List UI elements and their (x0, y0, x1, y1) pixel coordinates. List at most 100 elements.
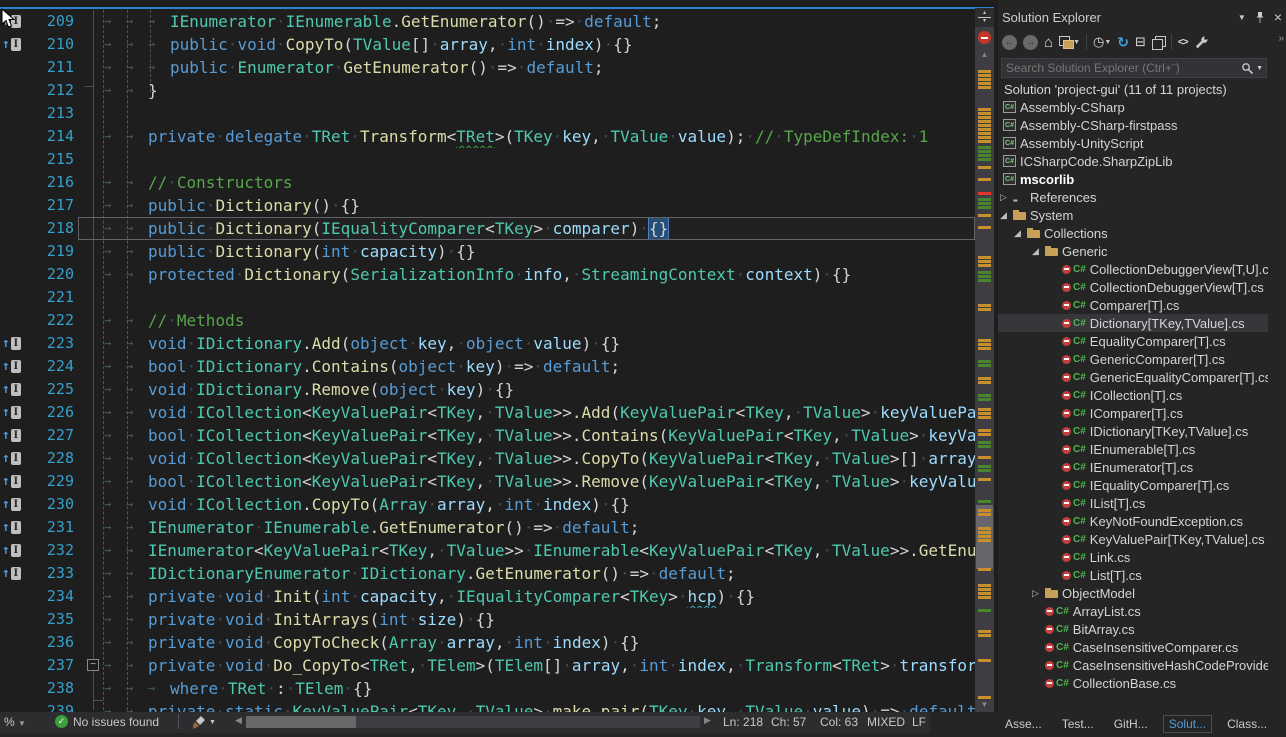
glyph-margin[interactable] (0, 263, 30, 286)
code-text[interactable]: →→IEnumerator·IEnumerable.GetEnumerator(… (78, 516, 975, 539)
search-input[interactable] (1002, 61, 1241, 75)
tree-item-solution[interactable]: Solution 'project-gui' (11 of 11 project… (998, 80, 1268, 98)
override-indicator-icon[interactable]: ↑I (0, 516, 30, 539)
glyph-margin[interactable] (0, 102, 30, 125)
line-number[interactable]: 220 (30, 263, 78, 286)
code-text[interactable]: →→} (78, 79, 975, 102)
code-line[interactable]: 218→→public·Dictionary(IEqualityComparer… (0, 217, 975, 240)
tree-item-project[interactable]: C#Assembly-CSharp-firstpass (998, 116, 1268, 134)
code-text[interactable]: →→private·void·InitArrays(int·size)·{} (78, 608, 975, 631)
tree-item[interactable]: C#IComparer[T].cs (998, 404, 1268, 422)
line-number[interactable]: 229 (30, 470, 78, 493)
panel-tab[interactable]: GitH... (1109, 716, 1153, 732)
code-text[interactable] (78, 148, 975, 171)
line-number[interactable]: 212 (30, 79, 78, 102)
code-editor[interactable]: ↑I209→→→IEnumerator·IEnumerable.GetEnume… (0, 0, 994, 712)
tree-item[interactable]: C#KeyValuePair[TKey,TValue].cs (998, 530, 1268, 548)
line-number[interactable]: 237 (30, 654, 78, 677)
code-text[interactable]: →→private·void·Do_CopyTo<TRet,·TElem>(TE… (78, 654, 975, 677)
override-indicator-icon[interactable]: ↑I (0, 355, 30, 378)
tree-item[interactable]: C#GenericComparer[T].cs (998, 350, 1268, 368)
pending-changes-filter-icon[interactable]: ◷▼ (1093, 34, 1111, 50)
tree-item[interactable]: C#CollectionBase.cs (998, 674, 1268, 692)
code-line[interactable]: ↑I225→→void·IDictionary.Remove(object·ke… (0, 378, 975, 401)
override-indicator-icon[interactable]: ↑I (0, 378, 30, 401)
code-text[interactable]: →→bool·ICollection<KeyValuePair<TKey,·TV… (78, 470, 975, 493)
line-number[interactable]: 238 (30, 677, 78, 700)
line-indicator[interactable]: Ln: 218 (723, 715, 763, 729)
glyph-margin[interactable] (0, 631, 30, 654)
collapse-arrow-icon[interactable]: ◢ (1000, 210, 1013, 221)
override-indicator-icon[interactable]: ↑I (0, 447, 30, 470)
column-indicator[interactable]: Col: 63 (820, 715, 858, 729)
code-line[interactable]: ↑I227→→bool·ICollection<KeyValuePair<TKe… (0, 424, 975, 447)
code-text[interactable]: →→bool·IDictionary.Contains(object·key)·… (78, 355, 975, 378)
hscroll-left-arrow-icon[interactable]: ◀ (235, 715, 242, 726)
code-text[interactable] (78, 286, 975, 309)
line-number[interactable]: 222 (30, 309, 78, 332)
glyph-margin[interactable] (0, 79, 30, 102)
glyph-margin[interactable] (0, 240, 30, 263)
line-number[interactable]: 235 (30, 608, 78, 631)
code-text[interactable]: →→protected·Dictionary(SerializationInfo… (78, 263, 975, 286)
collapse-arrow-icon[interactable]: ◢ (1032, 246, 1045, 257)
line-number[interactable]: 214 (30, 125, 78, 148)
navigate-forward-icon[interactable]: → (1023, 35, 1038, 50)
tree-item[interactable]: C#CaseInsensitiveHashCodeProvider.cs (998, 656, 1268, 674)
overflow-icon[interactable]: » (1278, 33, 1284, 44)
code-text[interactable]: →→private·delegate·TRet·Transform<TRet>(… (78, 125, 975, 148)
line-number[interactable]: 209 (30, 10, 78, 33)
tree-item[interactable]: C#CollectionDebuggerView[T].cs (998, 278, 1268, 296)
code-line[interactable]: 238→→→where·TRet·:·TElem·{} (0, 677, 975, 700)
line-number[interactable]: 227 (30, 424, 78, 447)
expand-arrow-icon[interactable]: ▷ (1032, 588, 1045, 599)
line-number[interactable]: 210 (30, 33, 78, 56)
properties-wrench-icon[interactable] (1194, 35, 1208, 49)
glyph-margin[interactable] (0, 217, 30, 240)
code-text[interactable]: →→//·Constructors (78, 171, 975, 194)
code-line[interactable]: 235→→private·void·InitArrays(int·size)·{… (0, 608, 975, 631)
code-lines[interactable]: ↑I209→→→IEnumerator·IEnumerable.GetEnume… (0, 10, 975, 712)
zoom-control[interactable]: % ▼ (4, 715, 26, 729)
collapse-all-icon[interactable]: ⊟ (1135, 34, 1146, 50)
document-health-error-icon[interactable] (978, 31, 991, 44)
line-number[interactable]: 218 (30, 217, 78, 240)
tree-item[interactable]: C#CaseInsensitiveComparer.cs (998, 638, 1268, 656)
view-code-icon[interactable]: <> (1178, 37, 1188, 48)
tree-item[interactable]: C#ICollection[T].cs (998, 386, 1268, 404)
override-indicator-icon[interactable]: ↑I (0, 33, 30, 56)
editor-vertical-scrollbar[interactable]: ▴▾ ▲ ▼ (975, 8, 994, 712)
code-line[interactable]: 221 (0, 286, 975, 309)
glyph-margin[interactable] (0, 585, 30, 608)
issues-status[interactable]: No issues found (73, 715, 159, 729)
glyph-margin[interactable] (0, 700, 30, 712)
window-position-icon[interactable]: ▼ (1238, 13, 1246, 22)
code-text[interactable]: →→void·ICollection<KeyValuePair<TKey,·TV… (78, 447, 975, 470)
scroll-up-arrow-icon[interactable]: ▲ (975, 50, 994, 59)
override-indicator-icon[interactable]: ↑I (0, 470, 30, 493)
code-line[interactable]: 212→→} (0, 79, 975, 102)
code-text[interactable]: →→→IEnumerator·IEnumerable.GetEnumerator… (78, 10, 975, 33)
glyph-margin[interactable] (0, 171, 30, 194)
code-line[interactable]: 222→→//·Methods (0, 309, 975, 332)
tree-item[interactable]: C#ArrayList.cs (998, 602, 1268, 620)
code-line[interactable]: 217→→public·Dictionary()·{} (0, 194, 975, 217)
line-number[interactable]: 234 (30, 585, 78, 608)
code-text[interactable]: →→→public·void·CopyTo(TValue[]·array,·in… (78, 33, 975, 56)
tree-item[interactable]: C#IDictionary[TKey,TValue].cs (998, 422, 1268, 440)
refresh-icon[interactable]: ↻ (1117, 34, 1129, 51)
chevron-down-icon[interactable]: ▼ (209, 719, 216, 726)
tree-item[interactable]: C#EqualityComparer[T].cs (998, 332, 1268, 350)
line-number[interactable]: 231 (30, 516, 78, 539)
glyph-margin[interactable] (0, 677, 30, 700)
scrollbar-thumb[interactable] (246, 716, 356, 728)
glyph-margin[interactable] (0, 654, 30, 677)
tree-item[interactable]: ◢Collections (998, 224, 1268, 242)
code-text[interactable]: →→public·Dictionary(IEqualityComparer<TK… (78, 217, 975, 240)
sync-with-active-document-icon[interactable]: ▼ (1059, 36, 1080, 48)
override-indicator-icon[interactable]: ↑I (0, 493, 30, 516)
hscroll-right-arrow-icon[interactable]: ▶ (704, 715, 711, 726)
expand-arrow-icon[interactable]: ▷ (1000, 192, 1013, 203)
tree-item[interactable]: ◢Generic (998, 242, 1268, 260)
code-text[interactable]: →→→where·TRet·:·TElem·{} (78, 677, 975, 700)
